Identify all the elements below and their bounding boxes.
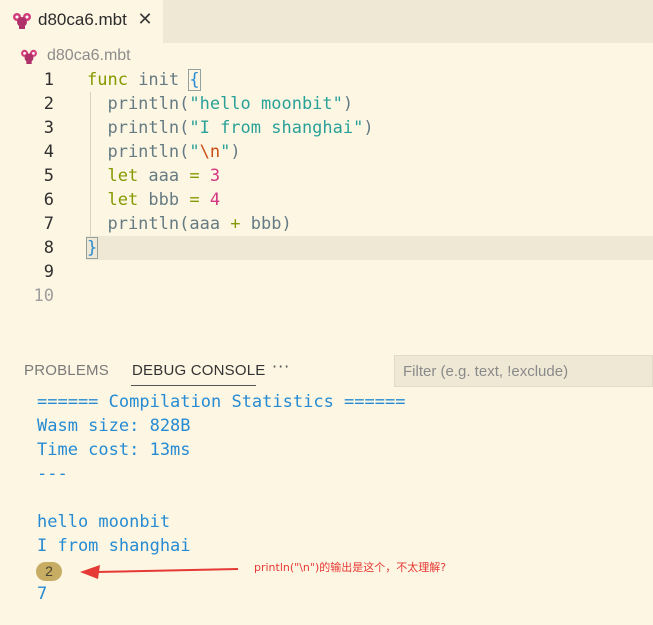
code-token: { bbox=[188, 69, 201, 91]
editor-tab-d80ca6[interactable]: d80ca6.mbt ✕ bbox=[0, 0, 163, 43]
console-line: Time cost: 13ms bbox=[37, 440, 191, 460]
code-token: } bbox=[85, 237, 99, 259]
console-line: --- bbox=[37, 464, 68, 484]
code-line[interactable]: println("\n") bbox=[87, 140, 241, 164]
filter-input[interactable] bbox=[395, 356, 653, 386]
code-token: "hello moonbit" bbox=[189, 94, 343, 114]
code-token: let bbox=[87, 166, 139, 186]
line-number: 8 bbox=[43, 238, 54, 258]
code-token: println( bbox=[87, 142, 190, 162]
code-token: \n bbox=[199, 142, 221, 162]
code-token: " bbox=[220, 142, 231, 162]
code-token: ) bbox=[363, 118, 374, 138]
console-line: 7 bbox=[37, 584, 48, 604]
line-number: 5 bbox=[43, 166, 54, 186]
code-line[interactable]: func init { bbox=[87, 68, 201, 92]
code-token: aaa bbox=[138, 166, 190, 186]
code-editor[interactable]: 1 func init {2 println("hello moonbit") 3 … bbox=[0, 68, 653, 308]
line-number: 9 bbox=[43, 262, 54, 282]
code-token: println( bbox=[87, 118, 190, 138]
line-number: 10 bbox=[33, 286, 54, 306]
breadcrumb-file-label[interactable]: d80ca6.mbt bbox=[47, 47, 131, 65]
more-actions-icon[interactable]: ··· bbox=[272, 357, 296, 379]
repeat-count-badge: 2 bbox=[36, 562, 62, 581]
moonbit-file-icon bbox=[13, 13, 31, 29]
annotation-note: println("\n")的输出是这个，不太理解? bbox=[254, 561, 447, 574]
code-token: "I from shanghai" bbox=[189, 118, 364, 138]
line-number: 6 bbox=[43, 190, 54, 210]
close-icon[interactable]: ✕ bbox=[135, 9, 155, 31]
console-filter bbox=[394, 355, 653, 387]
code-token: bbb) bbox=[240, 214, 292, 234]
active-tab-indicator bbox=[131, 385, 256, 386]
code-token: 4 bbox=[209, 190, 221, 210]
code-token: = bbox=[189, 166, 200, 186]
console-line: ====== Compilation Statistics ====== bbox=[37, 392, 406, 412]
code-line[interactable]: let bbb = 4 bbox=[87, 188, 220, 212]
code-token: init bbox=[127, 70, 190, 90]
line-number: 3 bbox=[43, 118, 54, 138]
code-line[interactable]: println("I from shanghai") bbox=[87, 116, 374, 140]
code-line[interactable]: println(aaa + bbb) bbox=[87, 212, 292, 236]
code-line[interactable]: println("hello moonbit") bbox=[87, 92, 353, 116]
code-line[interactable]: let aaa = 3 bbox=[87, 164, 220, 188]
code-token: ) bbox=[230, 142, 241, 162]
code-line[interactable]: } bbox=[85, 236, 99, 260]
line-number: 1 bbox=[43, 70, 54, 90]
code-token: + bbox=[230, 214, 241, 234]
code-token: 3 bbox=[209, 166, 221, 186]
code-token: func bbox=[87, 70, 128, 90]
console-line: hello moonbit bbox=[37, 512, 171, 532]
console-line: Wasm size: 828B bbox=[37, 416, 191, 436]
code-token: " bbox=[189, 142, 200, 162]
current-line-highlight bbox=[86, 236, 653, 260]
code-token: let bbox=[87, 190, 139, 210]
editor-tab-bar: d80ca6.mbt ✕ bbox=[0, 0, 653, 43]
line-number: 7 bbox=[43, 214, 54, 234]
tab-problems[interactable]: PROBLEMS bbox=[24, 362, 109, 379]
line-number: 2 bbox=[43, 94, 54, 114]
code-token: ) bbox=[342, 94, 354, 114]
console-line: I from shanghai bbox=[37, 536, 191, 556]
line-number: 4 bbox=[43, 142, 54, 162]
bottom-panel: PROBLEMS DEBUG CONSOLE ··· ====== Compil… bbox=[0, 348, 653, 625]
code-token: = bbox=[189, 190, 200, 210]
tab-label: d80ca6.mbt bbox=[38, 10, 127, 29]
code-token: println(aaa bbox=[87, 214, 231, 234]
moonbit-file-icon bbox=[21, 49, 37, 64]
tab-debug-console[interactable]: DEBUG CONSOLE bbox=[132, 362, 265, 379]
code-token: println( bbox=[87, 94, 190, 114]
code-token: bbb bbox=[138, 190, 190, 210]
